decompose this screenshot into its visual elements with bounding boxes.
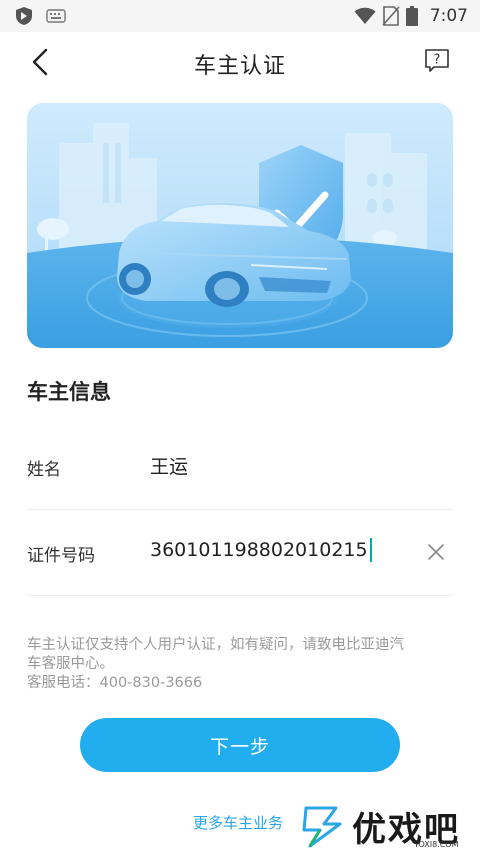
clock-time: 7:07 [429, 6, 468, 26]
app-shield-icon [16, 7, 32, 25]
watermark-url: YOXI8.COM [414, 840, 459, 849]
watermark-logo-icon [302, 806, 342, 848]
status-bar: 7:07 [0, 0, 480, 32]
owner-verification-banner [27, 103, 453, 348]
help-button[interactable]: ? [424, 48, 450, 74]
notice-line-2: 车客服中心。 [27, 656, 114, 672]
more-owner-services-link[interactable]: 更多车主业务 [193, 812, 283, 833]
wifi-icon [354, 7, 376, 24]
clear-input-button[interactable] [427, 543, 445, 561]
id-number-label: 证件号码 [27, 546, 95, 566]
next-step-button[interactable]: 下一步 [80, 718, 400, 772]
top-app-bar: 车主认证 ? [0, 32, 480, 92]
name-label: 姓名 [27, 460, 61, 480]
verification-notice: 车主认证仅支持个人用户认证，如有疑问，请致电比亚迪汽 车客服中心。 客服电话：4… [27, 636, 453, 693]
keyboard-icon [46, 9, 66, 23]
car-shield-illustration [27, 103, 453, 348]
site-watermark: 优戏吧 YOXI8.COM [296, 800, 476, 853]
customer-service-phone: 客服电话：400-830-3666 [27, 675, 203, 691]
name-value: 王运 [150, 456, 189, 478]
notice-line-1: 车主认证仅支持个人用户认证，如有疑问，请致电比亚迪汽 [27, 637, 404, 653]
id-number-row: 证件号码 360101198802010215 [27, 510, 453, 596]
close-icon [428, 544, 444, 560]
text-cursor [369, 538, 372, 562]
id-number-input[interactable]: 360101198802010215 [150, 538, 372, 562]
section-title-owner-info: 车主信息 [27, 380, 111, 404]
id-number-value: 360101198802010215 [150, 539, 368, 561]
name-row: 姓名 王运 [27, 424, 453, 510]
help-glyph: ? [434, 53, 441, 68]
battery-icon [405, 6, 418, 26]
no-signal-icon [382, 6, 400, 26]
help-icon: ? [425, 49, 449, 72]
page-title: 车主认证 [193, 54, 286, 79]
